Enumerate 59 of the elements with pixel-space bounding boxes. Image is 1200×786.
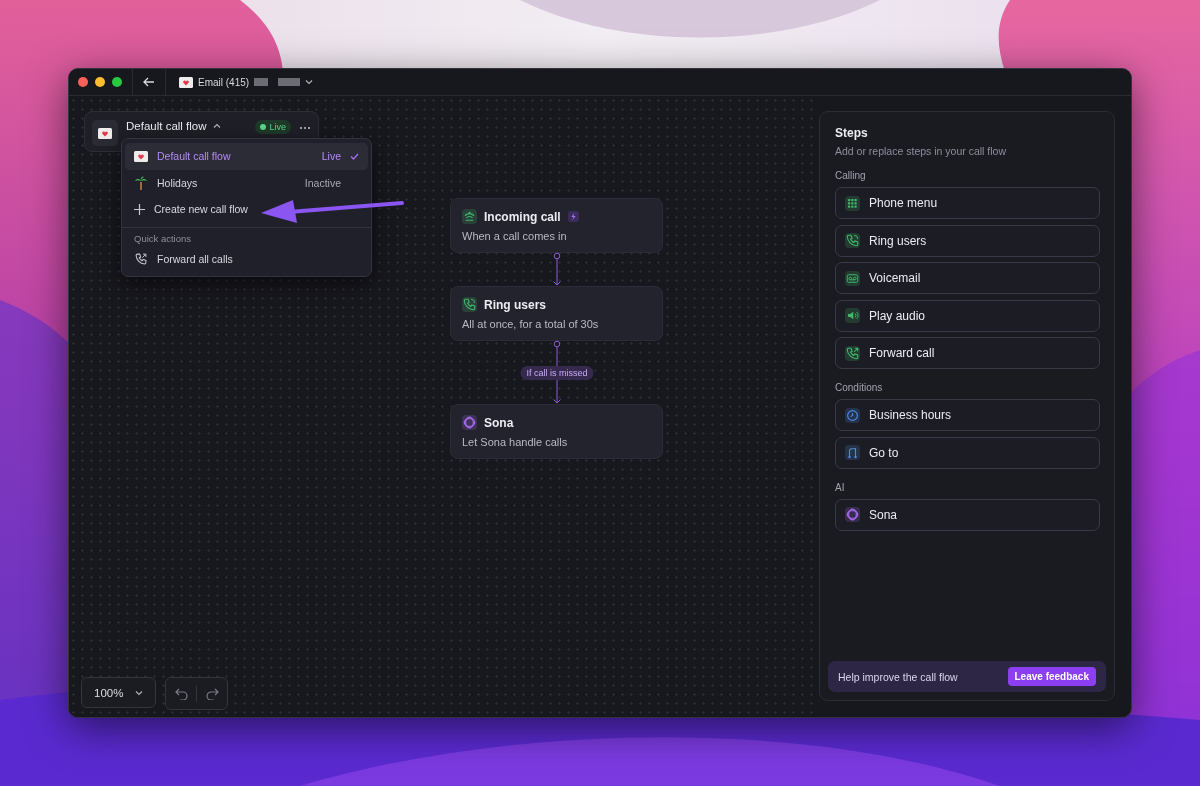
phone-icon <box>462 297 477 312</box>
menu-item[interactable]: Create new call flow <box>125 196 368 223</box>
redacted-block <box>278 78 301 86</box>
panel-title: Steps <box>835 126 869 140</box>
redo-icon <box>205 687 219 700</box>
step-item[interactable]: Voicemail <box>835 262 1100 294</box>
node-subtitle: Let Sona handle calls <box>462 436 569 448</box>
phone-icon <box>845 233 860 248</box>
node-title: Ring users <box>484 297 546 312</box>
back-arrow-icon[interactable] <box>143 77 155 87</box>
undo-icon <box>174 687 188 700</box>
panel-subtitle: Add or replace steps in your call flow <box>835 145 1007 157</box>
chevron-down-icon[interactable] <box>305 79 314 85</box>
flow-title: Default call flow <box>126 120 207 132</box>
branch-icon <box>845 445 860 460</box>
step-item[interactable]: Play audio <box>835 299 1100 332</box>
flow-node[interactable]: Ring users All at once, for a total of 30s <box>450 286 663 341</box>
speaker-icon <box>845 308 860 323</box>
minimize-button[interactable] <box>95 77 105 87</box>
keypad-icon <box>845 195 860 211</box>
node-title: Sona <box>484 415 514 430</box>
node-title: Incoming call <box>484 209 561 224</box>
leave-feedback-button[interactable]: Leave feedback <box>1007 667 1096 686</box>
chevron-down-icon <box>135 689 143 696</box>
section-label: Quick actions <box>133 231 193 246</box>
menu-item[interactable]: Holidays Inactive <box>125 169 368 196</box>
check-icon <box>350 152 359 160</box>
tab-title[interactable]: Email (415) <box>198 76 250 88</box>
step-item[interactable]: Phone menu <box>835 187 1100 219</box>
connector-arrow <box>553 252 561 286</box>
close-button[interactable] <box>78 77 88 87</box>
group-label: Conditions <box>835 382 884 393</box>
flow-node[interactable]: Incoming call When a call comes in <box>450 198 663 253</box>
step-item[interactable]: Go to <box>835 436 1100 469</box>
menu-item[interactable]: Default call flow Live <box>125 143 368 170</box>
step-item[interactable]: Sona <box>835 498 1100 531</box>
step-item[interactable]: Ring users <box>835 224 1100 257</box>
incoming-call-icon <box>462 209 477 224</box>
phone-forward-icon <box>845 345 860 361</box>
chevron-up-icon[interactable] <box>212 123 221 129</box>
palm-tree-icon <box>134 175 148 190</box>
voicemail-icon <box>845 270 860 286</box>
step-item[interactable]: Forward call <box>835 337 1100 369</box>
status-badge: Live <box>255 120 291 134</box>
flow-node[interactable]: Sona Let Sona handle calls <box>450 404 663 459</box>
step-item[interactable]: Business hours <box>835 399 1100 431</box>
redacted-block <box>254 78 269 86</box>
node-subtitle: When a call comes in <box>462 230 568 242</box>
group-label: Calling <box>835 170 867 181</box>
group-label: AI <box>835 481 846 493</box>
plus-icon <box>134 203 145 215</box>
clock-icon <box>845 407 860 423</box>
phone-forward-icon <box>134 251 148 266</box>
condition-label: If call is missed <box>520 365 594 380</box>
zoom-dropdown[interactable]: 100% <box>81 677 156 708</box>
node-subtitle: All at once, for a total of 30s <box>462 318 600 330</box>
menu-item[interactable]: Forward all calls <box>125 245 368 272</box>
zoom-button[interactable] <box>112 77 122 87</box>
feedback-text: Help improve the call flow <box>838 670 958 683</box>
